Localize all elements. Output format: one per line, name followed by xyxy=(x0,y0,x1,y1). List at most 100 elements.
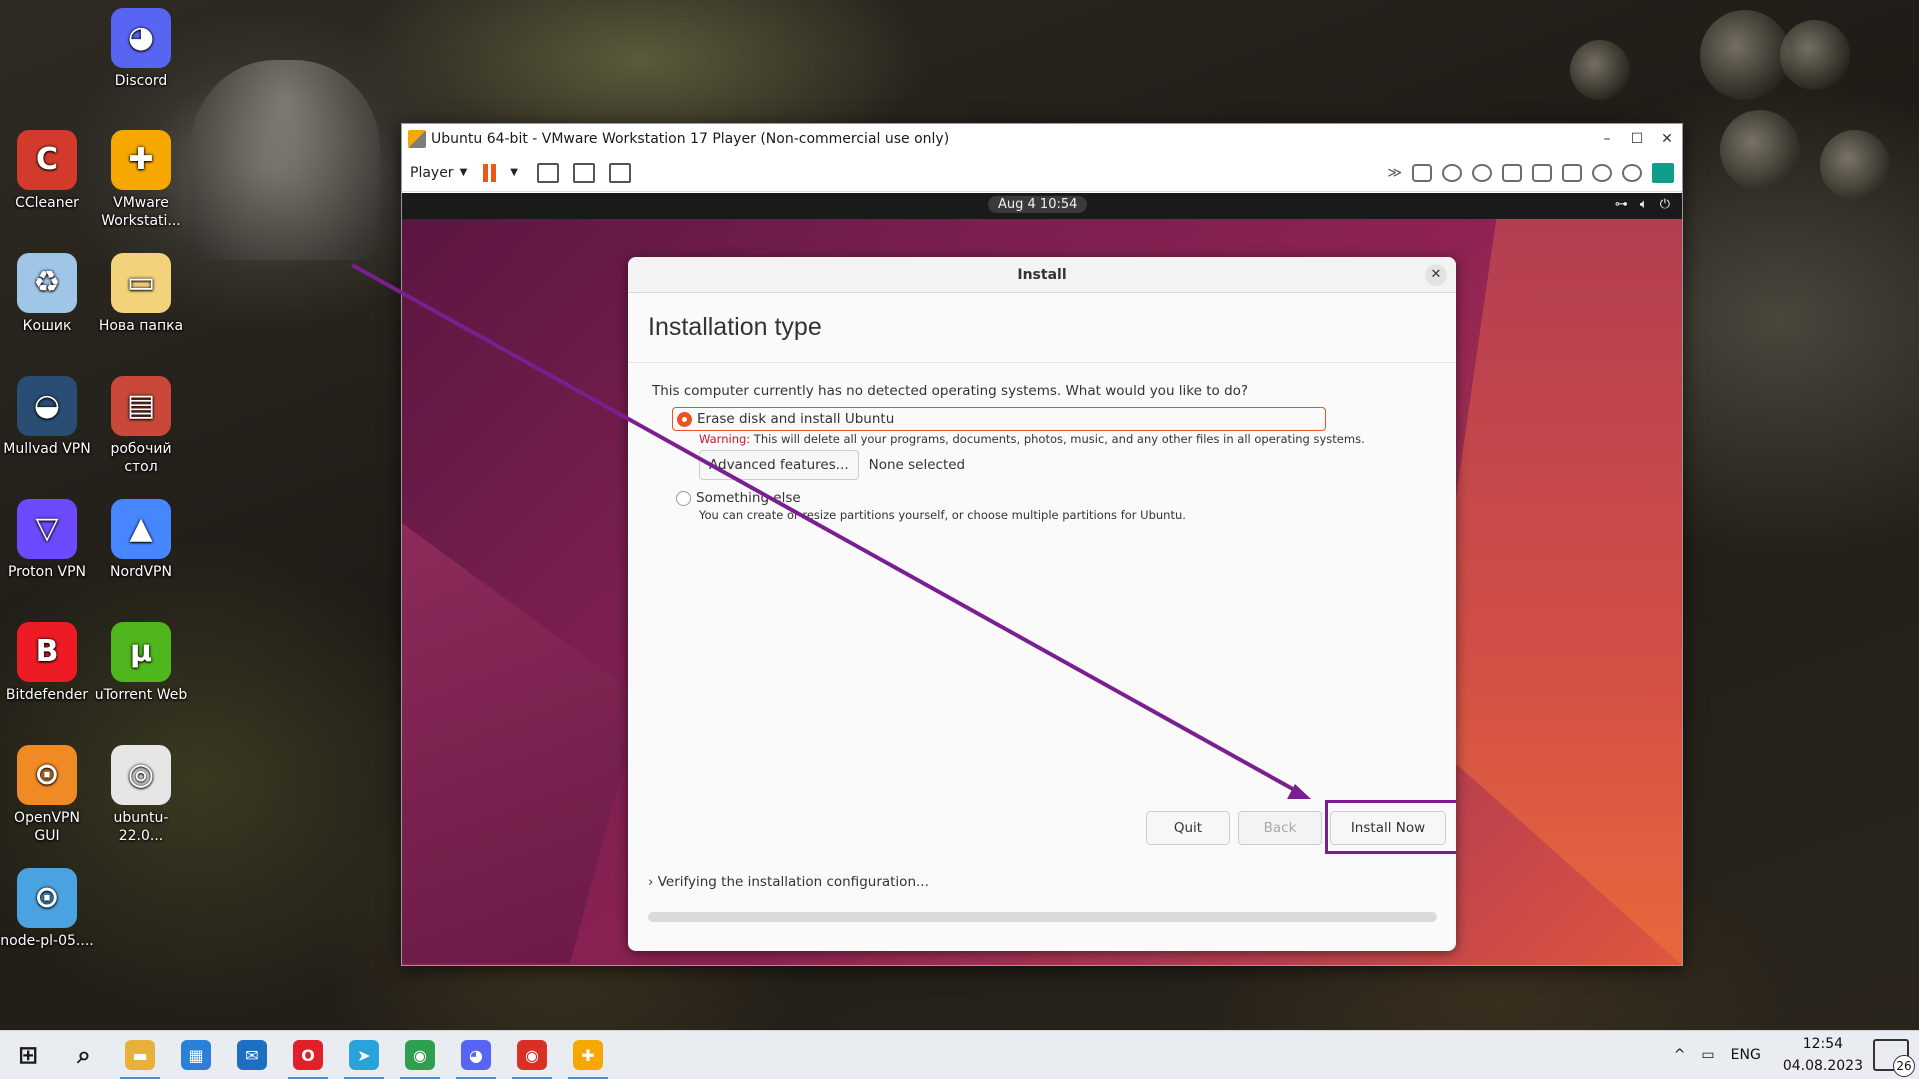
clock-date: 04.08.2023 xyxy=(1782,1058,1863,1074)
erase-disk-radio[interactable] xyxy=(677,411,692,427)
floppy-icon[interactable] xyxy=(1502,163,1522,182)
maximize-button[interactable]: ☐ xyxy=(1622,131,1652,147)
app-icon: C xyxy=(17,130,77,190)
vmware-titlebar[interactable]: Ubuntu 64-bit - VMware Workstation 17 Pl… xyxy=(402,124,1682,154)
something-else-radio[interactable] xyxy=(676,490,691,506)
erase-disk-option[interactable]: Erase disk and install Ubuntu xyxy=(672,407,1326,431)
advanced-features-value: None selected xyxy=(868,457,966,473)
close-button[interactable]: ✕ xyxy=(1652,131,1682,147)
cd-dvd-icon[interactable] xyxy=(1442,163,1462,182)
desktop-icon[interactable]: ⊙ OpenVPN GUI xyxy=(0,745,94,845)
printer-icon[interactable] xyxy=(1562,163,1582,182)
desktop-icon[interactable]: ◒ Mullvad VPN xyxy=(0,376,94,458)
taskbar-vmware-button[interactable]: ✚ xyxy=(560,1031,616,1079)
hard-disk-icon[interactable] xyxy=(1412,163,1432,182)
taskbar-opera-button[interactable]: O xyxy=(280,1031,336,1079)
back-button[interactable]: Back xyxy=(1238,811,1322,845)
chevron-down-icon: ▼ xyxy=(459,167,468,178)
desktop-icon[interactable]: ▤ робочий стол xyxy=(94,376,188,476)
desktop-icon[interactable]: ▭ Нова папка xyxy=(94,253,188,335)
taskbar-chrome-2-button[interactable]: ◉ xyxy=(504,1031,560,1079)
send-ctrl-alt-del-icon[interactable] xyxy=(536,162,559,183)
taskbar-explorer-button[interactable]: ▬ xyxy=(112,1031,168,1079)
fit-guest-icon[interactable] xyxy=(572,162,595,183)
network-monitor-icon[interactable]: ▭ xyxy=(1701,1047,1714,1063)
search-icon: ⌕ xyxy=(77,1041,91,1069)
desktop-icon[interactable]: ✚ VMware Workstati... xyxy=(94,130,188,230)
taskbar-chrome-button[interactable]: ◉ xyxy=(392,1031,448,1079)
chevron-up-icon[interactable]: ^ xyxy=(1674,1047,1686,1063)
desktop-icon-label: Discord xyxy=(114,73,168,89)
taskbar-clock[interactable]: 12:54 04.08.2023 xyxy=(1783,1033,1863,1077)
sound-card-icon[interactable] xyxy=(1592,163,1612,182)
desktop-icon[interactable]: ◎ ubuntu-22.0... xyxy=(94,745,188,845)
desktop-icon-label: Bitdefender xyxy=(5,687,89,703)
minimize-button[interactable]: – xyxy=(1592,131,1622,147)
progress-status[interactable]: › Verifying the installation configurati… xyxy=(648,874,929,890)
app-icon: B xyxy=(17,622,77,682)
gnome-status-menu[interactable]: ⊶ 🔈︎ ⏻ xyxy=(1615,197,1670,212)
app-icon: ◎ xyxy=(111,745,171,805)
expand-devices-icon[interactable]: ≫ xyxy=(1387,165,1402,181)
clock-time: 12:54 xyxy=(1802,1036,1844,1052)
desktop-icon-label: Proton VPN xyxy=(7,564,87,580)
ubuntu-guest-screen[interactable]: Aug 4 10:54 ⊶ 🔈︎ ⏻ Install ✕ Installatio… xyxy=(402,193,1682,965)
vmware-window[interactable]: Ubuntu 64-bit - VMware Workstation 17 Pl… xyxy=(401,123,1683,966)
app-icon: ✚ xyxy=(111,130,171,190)
network-adapter-icon[interactable] xyxy=(1532,163,1552,182)
gnome-clock[interactable]: Aug 4 10:54 xyxy=(988,196,1088,213)
cd-dvd-2-icon[interactable] xyxy=(1472,163,1492,182)
taskbar-mail-button[interactable]: ✉ xyxy=(224,1031,280,1079)
chevron-down-icon[interactable]: ▼ xyxy=(510,167,518,178)
notifications-icon[interactable]: 26 xyxy=(1873,1039,1915,1077)
question-text: This computer currently has no detected … xyxy=(652,383,1249,399)
taskbar-telegram-button[interactable]: ➤ xyxy=(336,1031,392,1079)
dialog-header: Install ✕ xyxy=(628,257,1456,293)
taskbar-store-button[interactable]: ▦ xyxy=(168,1031,224,1079)
erase-disk-warning: Warning: This will delete all your progr… xyxy=(699,432,1432,446)
full-screen-icon[interactable] xyxy=(608,162,631,183)
install-now-highlight xyxy=(1325,800,1456,854)
desktop-icon-label: uTorrent Web xyxy=(94,687,188,703)
system-tray: ^ ▭ ENG 12:54 04.08.2023 26 xyxy=(1666,1033,1919,1077)
vmware-icon: ✚ xyxy=(573,1040,603,1070)
app-icon: ◕ xyxy=(111,8,171,68)
desktop-icon[interactable]: C CCleaner xyxy=(0,130,94,212)
desktop-icon[interactable]: μ uTorrent Web xyxy=(94,622,188,704)
network-icon: ⊶ xyxy=(1614,197,1628,212)
chrome-2-icon: ◉ xyxy=(517,1040,547,1070)
desktop-icon-label: Кошик xyxy=(22,318,72,334)
desktop-icon[interactable]: ⊙ node-pl-05.... xyxy=(0,868,94,950)
desktop-icon-label: ubuntu-22.0... xyxy=(113,810,169,844)
pause-icon[interactable] xyxy=(483,163,497,182)
taskbar-search-button[interactable]: ⌕ xyxy=(56,1031,112,1079)
desktop-icon[interactable]: ♻ Кошик xyxy=(0,253,94,335)
taskbar-start-button[interactable]: ⊞ xyxy=(0,1031,56,1079)
desktop-icon[interactable]: ◕ Discord xyxy=(94,8,188,90)
desktop-icon[interactable]: ▲ NordVPN xyxy=(94,499,188,581)
app-icon: ⊙ xyxy=(17,745,77,805)
usb-icon[interactable] xyxy=(1622,163,1642,182)
language-indicator[interactable]: ENG xyxy=(1731,1047,1761,1063)
dialog-close-button[interactable]: ✕ xyxy=(1425,264,1447,286)
player-menu[interactable]: Player ▼ xyxy=(410,165,467,181)
window-controls: – ☐ ✕ xyxy=(1592,131,1682,147)
wallpaper-drum xyxy=(1820,130,1890,200)
message-log-icon[interactable] xyxy=(1652,162,1674,183)
app-icon: ▽ xyxy=(17,499,77,559)
app-icon: ⊙ xyxy=(17,868,77,928)
wallpaper-lamp xyxy=(190,60,380,260)
desktop-icon[interactable]: ▽ Proton VPN xyxy=(0,499,94,581)
expand-chevron-icon: › xyxy=(648,874,654,890)
quit-button[interactable]: Quit xyxy=(1146,811,1230,845)
gnome-top-bar: Aug 4 10:54 ⊶ 🔈︎ ⏻ xyxy=(402,193,1682,219)
desktop-icon[interactable]: B Bitdefender xyxy=(0,622,94,704)
something-else-option[interactable]: Something else xyxy=(676,490,1432,506)
device-icons: ≫ xyxy=(1387,162,1682,183)
explorer-icon: ▬ xyxy=(125,1040,155,1070)
advanced-features-button[interactable]: Advanced features... xyxy=(699,450,859,480)
wallpaper-facet xyxy=(1422,193,1682,965)
desktop-icon-label: Mullvad VPN xyxy=(3,441,91,457)
desktop-icon-label: CCleaner xyxy=(15,195,79,211)
taskbar-discord-button[interactable]: ◕ xyxy=(448,1031,504,1079)
